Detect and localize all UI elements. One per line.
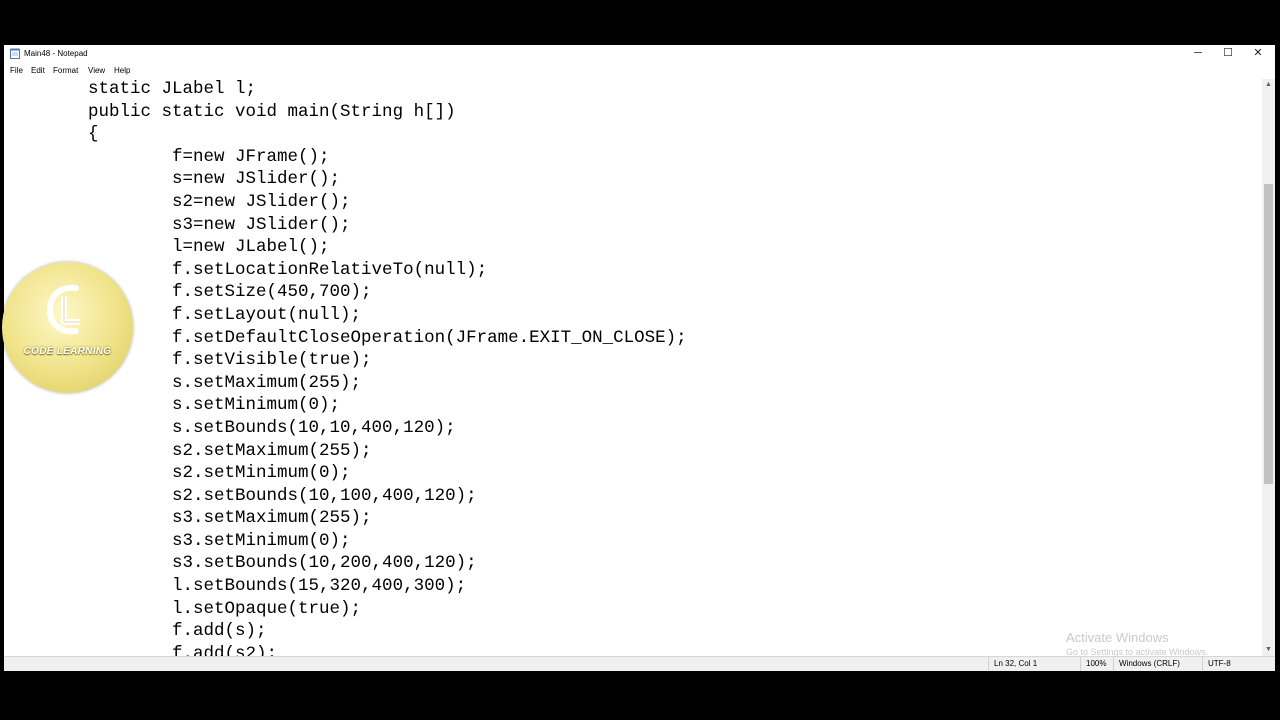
code-line: s3.setMinimum(0); [4,530,351,551]
code-line: s2.setMinimum(0); [4,463,351,484]
code-line: s3=new JSlider(); [4,214,351,235]
code-line: s.setBounds(10,10,400,120); [4,417,456,438]
code-line: l.setOpaque(true); [4,598,362,619]
status-bar: Ln 32, Col 1 100% Windows (CRLF) UTF-8 [4,656,1275,671]
activate-windows-watermark: Activate Windows Go to Settings to activ… [1066,630,1208,658]
status-zoom: 100% [1080,657,1113,671]
code-line: l=new JLabel(); [4,237,330,258]
code-line: s3.setMaximum(255); [4,508,372,529]
scroll-up-icon[interactable]: ▲ [1262,79,1275,91]
vertical-scrollbar[interactable]: ▲ ▼ [1262,79,1275,656]
menu-format[interactable]: Format [53,65,78,77]
code-line: s=new JSlider(); [4,169,341,190]
code-line: f.add(s); [4,621,267,642]
notepad-icon [10,48,20,59]
window-title: Main48 - Notepad [24,49,88,58]
status-position: Ln 32, Col 1 [988,657,1080,671]
text-editor[interactable]: static JLabel l; public static void main… [4,79,1262,656]
title-bar[interactable]: Main48 - Notepad ─ ☐ ✕ [4,45,1275,62]
code-line: f=new JFrame(); [4,146,330,167]
code-line: { [4,124,99,145]
code-line: l.setBounds(15,320,400,300); [4,576,467,597]
code-line: s2.setBounds(10,100,400,120); [4,485,477,506]
code-line: public static void main(String h[]) [4,101,456,122]
menu-view[interactable]: View [88,65,105,77]
activate-subtitle: Go to Settings to activate Windows. [1066,647,1209,657]
scroll-down-icon[interactable]: ▼ [1262,644,1275,656]
menu-file[interactable]: File [10,65,23,77]
code-line: s2.setMaximum(255); [4,440,372,461]
code-line: s.setMinimum(0); [4,395,341,416]
logo-cl-icon [46,284,80,335]
status-line-ending: Windows (CRLF) [1113,657,1202,671]
code-line: s3.setBounds(10,200,400,120); [4,553,477,574]
logo-text: CODE LEARNING [23,346,112,357]
code-line: f.add(s2); [4,643,278,656]
close-button[interactable]: ✕ [1243,45,1273,62]
minimize-button[interactable]: ─ [1183,45,1213,62]
maximize-button[interactable]: ☐ [1213,45,1243,62]
scroll-thumb[interactable] [1264,184,1273,484]
menu-help[interactable]: Help [114,65,130,77]
code-line: static JLabel l; [4,79,257,99]
notepad-window: Main48 - Notepad ─ ☐ ✕ File Edit Format … [4,45,1275,671]
code-learning-logo: CODE LEARNING [2,262,133,393]
menu-edit[interactable]: Edit [31,65,45,77]
code-line: s2=new JSlider(); [4,191,351,212]
status-encoding: UTF-8 [1202,657,1262,671]
activate-title: Activate Windows [1066,630,1169,645]
menu-bar: File Edit Format View Help [4,64,1275,78]
